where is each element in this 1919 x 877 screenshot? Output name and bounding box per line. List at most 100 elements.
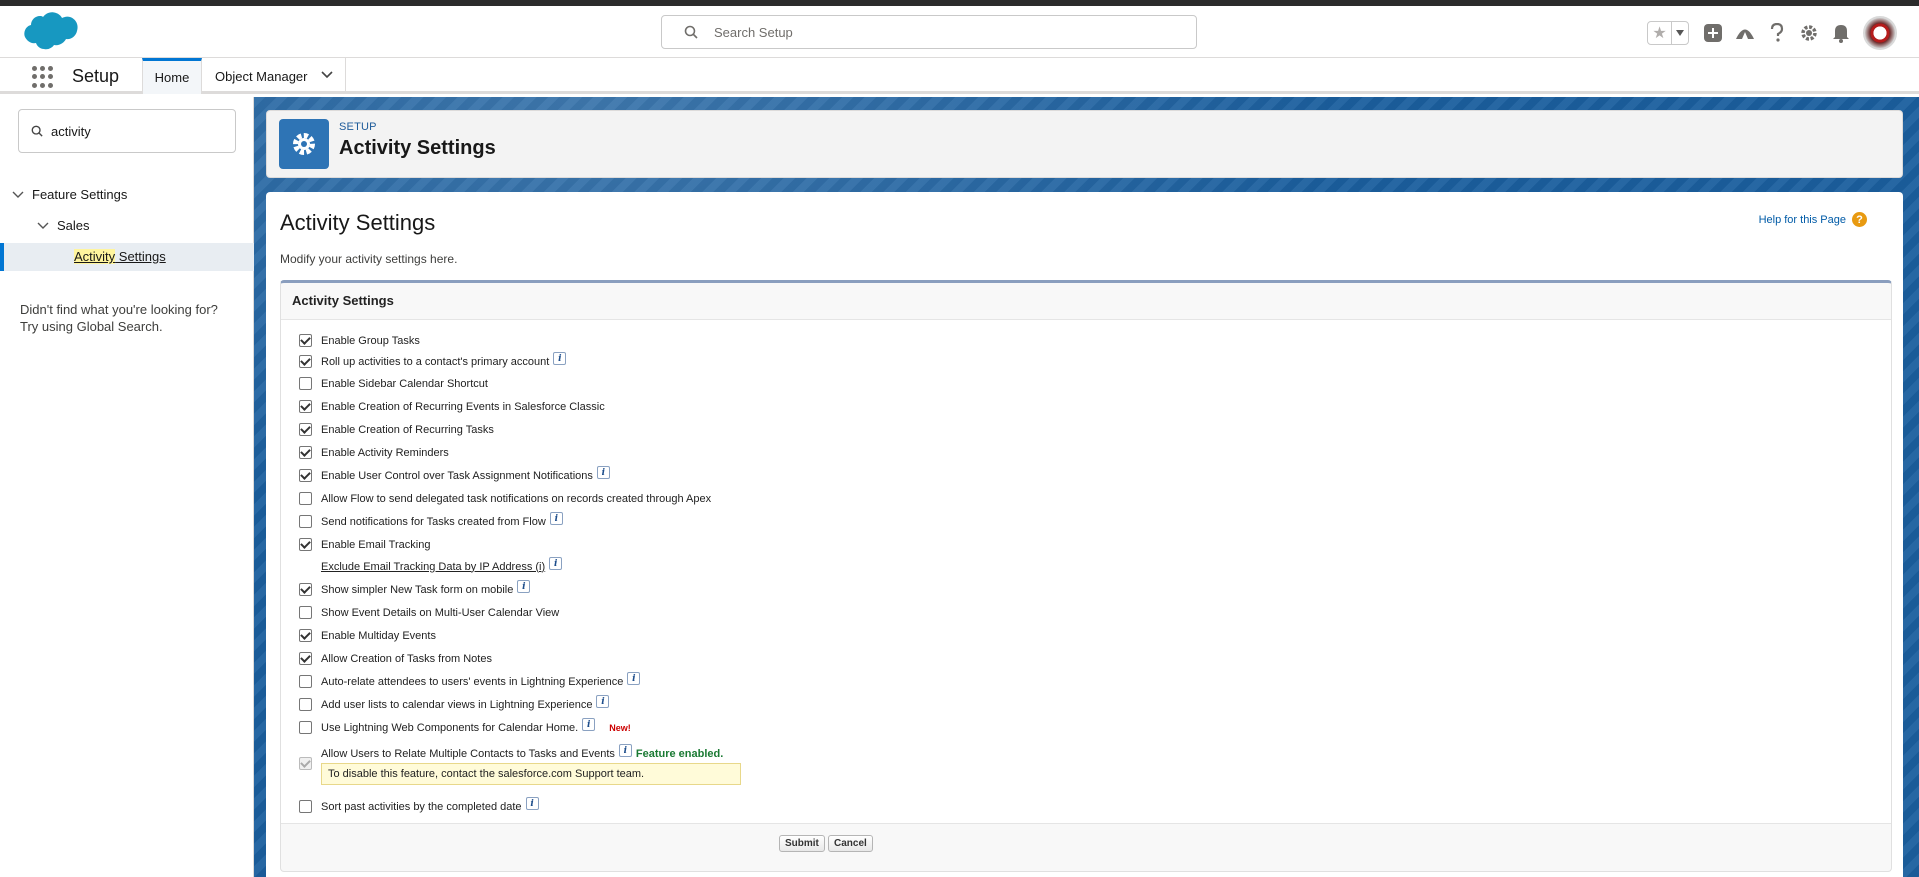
- option-task-assignment-notifications: Enable User Control over Task Assignment…: [299, 466, 610, 482]
- checkbox[interactable]: [299, 675, 312, 688]
- info-icon[interactable]: i: [618, 744, 632, 757]
- global-search-hint[interactable]: Try using Global Search.: [20, 318, 240, 335]
- checkbox[interactable]: [299, 492, 312, 505]
- not-found-line-1: Didn't find what you're looking for?: [20, 302, 218, 317]
- quick-find-input[interactable]: [51, 123, 221, 139]
- checkbox[interactable]: [299, 400, 312, 413]
- tree-item-activity-settings[interactable]: Activity Settings: [0, 243, 254, 271]
- checkbox[interactable]: [299, 334, 312, 347]
- checkbox[interactable]: [299, 377, 312, 390]
- favorites-group: ★: [1647, 21, 1689, 45]
- setup-tree-panel: Feature Settings Sales Activity Settings…: [0, 97, 254, 877]
- checkbox-disabled: [299, 757, 312, 770]
- chevron-down-icon[interactable]: [321, 71, 333, 79]
- notifications-bell-icon[interactable]: [1825, 17, 1857, 49]
- checkbox[interactable]: [299, 423, 312, 436]
- info-icon[interactable]: i: [553, 352, 567, 365]
- option-roll-up-activities: Roll up activities to a contact's primar…: [299, 352, 567, 368]
- option-label: Enable Group Tasks: [321, 334, 420, 347]
- option-label: Roll up activities to a contact's primar…: [321, 355, 550, 368]
- option-label: Allow Flow to send delegated task notifi…: [321, 492, 712, 505]
- tab-object-manager-label: Object Manager: [215, 68, 308, 84]
- option-label: Show simpler New Task form on mobile: [321, 583, 514, 596]
- checkbox[interactable]: [299, 355, 312, 368]
- feature-enabled-status: Feature enabled.: [635, 747, 724, 760]
- salesforce-cloud-logo[interactable]: [18, 11, 80, 53]
- exclude-email-tracking-link[interactable]: Exclude Email Tracking Data by IP Addres…: [321, 561, 545, 573]
- option-label: Auto-relate attendees to users' events i…: [321, 675, 624, 688]
- option-flow-task-notifications: Send notifications for Tasks created fro…: [299, 512, 563, 528]
- option-auto-relate-attendees: Auto-relate attendees to users' events i…: [299, 672, 641, 688]
- info-icon[interactable]: i: [627, 672, 641, 685]
- option-tasks-from-notes: Allow Creation of Tasks from Notes: [299, 652, 492, 665]
- checkbox[interactable]: [299, 538, 312, 551]
- submit-button[interactable]: Submit: [779, 835, 825, 852]
- checkbox[interactable]: [299, 446, 312, 459]
- multiple-contacts-detail: Allow Users to Relate Multiple Contacts …: [321, 744, 801, 787]
- info-icon[interactable]: i: [596, 466, 610, 479]
- info-icon[interactable]: i: [549, 557, 563, 570]
- favorites-star-icon[interactable]: ★: [1648, 22, 1672, 44]
- option-label: Enable Activity Reminders: [321, 446, 449, 459]
- option-event-details-multi-user: Show Event Details on Multi-User Calenda…: [299, 606, 559, 619]
- option-label: Use Lightning Web Components for Calenda…: [321, 721, 579, 734]
- option-label: Enable Multiday Events: [321, 629, 436, 642]
- search-icon: [31, 125, 43, 137]
- option-recurring-events: Enable Creation of Recurring Events in S…: [299, 400, 605, 413]
- setup-gear-icon[interactable]: [1793, 17, 1825, 49]
- info-icon[interactable]: i: [525, 797, 539, 810]
- trailhead-icon[interactable]: [1729, 17, 1761, 49]
- option-label: Enable Email Tracking: [321, 538, 431, 551]
- multiple-contacts-line: Allow Users to Relate Multiple Contacts …: [321, 744, 801, 760]
- option-label: Enable Creation of Recurring Tasks: [321, 423, 494, 436]
- user-avatar[interactable]: [1863, 16, 1897, 50]
- option-sort-past-activities: Sort past activities by the completed da…: [299, 797, 539, 813]
- info-icon[interactable]: i: [596, 695, 610, 708]
- app-launcher-waffle-icon[interactable]: [32, 66, 54, 88]
- checkbox[interactable]: [299, 469, 312, 482]
- checkbox[interactable]: [299, 652, 312, 665]
- page-header: SETUP Activity Settings: [266, 110, 1903, 178]
- option-activity-reminders: Enable Activity Reminders: [299, 446, 449, 459]
- header-utility-icons: ★: [1647, 16, 1919, 50]
- checkbox[interactable]: [299, 800, 312, 813]
- checkbox[interactable]: [299, 583, 312, 596]
- global-actions-plus-icon[interactable]: [1697, 17, 1729, 49]
- checkbox[interactable]: [299, 721, 312, 734]
- chevron-down-icon[interactable]: [37, 222, 49, 230]
- option-label: Allow Creation of Tasks from Notes: [321, 652, 492, 665]
- info-icon[interactable]: i: [549, 512, 563, 525]
- option-email-tracking: Enable Email Tracking: [299, 538, 430, 551]
- chevron-down-icon[interactable]: [12, 191, 24, 199]
- checkbox[interactable]: [299, 698, 312, 711]
- tab-object-manager[interactable]: Object Manager: [203, 58, 346, 94]
- info-icon[interactable]: i: [582, 718, 596, 731]
- checkbox[interactable]: [299, 515, 312, 528]
- info-icon[interactable]: i: [517, 580, 531, 593]
- option-label: Send notifications for Tasks created fro…: [321, 515, 546, 528]
- option-label: Enable Creation of Recurring Events in S…: [321, 400, 605, 413]
- setup-gear-icon: [279, 119, 329, 169]
- new-badge: New!: [609, 722, 631, 733]
- checkbox[interactable]: [299, 629, 312, 642]
- tree-item-label: Feature Settings: [32, 187, 128, 202]
- option-lwc-calendar-home: Use Lightning Web Components for Calenda…: [299, 718, 631, 734]
- tree-item-label-rest: Settings: [115, 249, 166, 264]
- setup-search-input[interactable]: [714, 24, 1154, 40]
- help-question-icon[interactable]: ?: [1852, 212, 1867, 227]
- tab-home[interactable]: Home: [142, 58, 202, 94]
- app-navigation-bar: Setup Home Object Manager: [0, 58, 1919, 94]
- checkbox[interactable]: [299, 606, 312, 619]
- tree-item-sales[interactable]: Sales: [37, 218, 90, 233]
- quick-find-box[interactable]: [18, 109, 236, 153]
- tree-item-feature-settings[interactable]: Feature Settings: [12, 187, 127, 202]
- cancel-button[interactable]: Cancel: [828, 835, 873, 852]
- help-for-this-page-link[interactable]: Help for this Page ?: [1759, 212, 1867, 227]
- option-label: Enable Sidebar Calendar Shortcut: [321, 377, 488, 390]
- option-sidebar-calendar-shortcut: Enable Sidebar Calendar Shortcut: [299, 377, 488, 390]
- setup-search-box[interactable]: [661, 15, 1197, 49]
- content-description: Modify your activity settings here.: [280, 252, 458, 266]
- favorites-dropdown-icon[interactable]: [1672, 22, 1688, 44]
- option-flow-delegated-notifications: Allow Flow to send delegated task notifi…: [299, 492, 711, 505]
- help-icon[interactable]: [1761, 17, 1793, 49]
